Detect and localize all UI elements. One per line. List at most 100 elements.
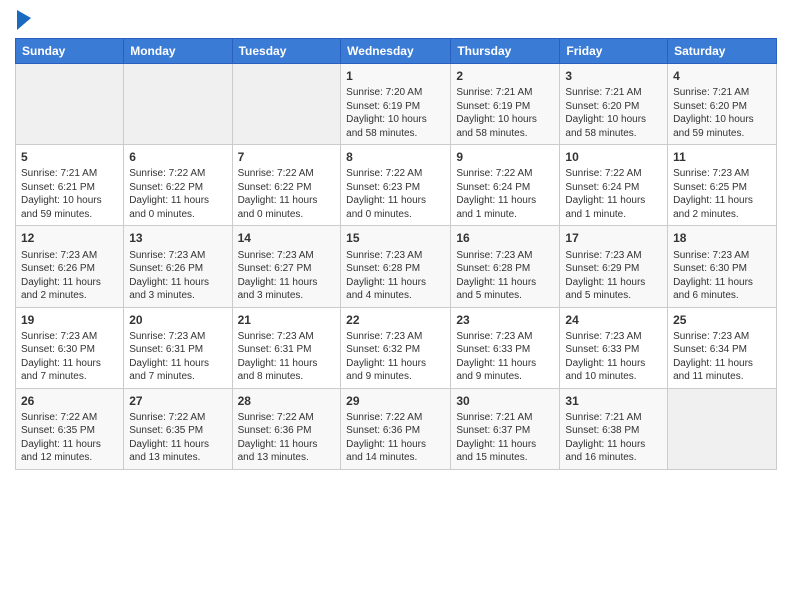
- day-header-saturday: Saturday: [668, 39, 777, 64]
- calendar-cell: 4 Sunrise: 7:21 AM Sunset: 6:20 PM Daylig…: [668, 64, 777, 145]
- day-number: 28: [238, 393, 336, 409]
- calendar-cell: 23 Sunrise: 7:23 AM Sunset: 6:33 PM Dayli…: [451, 307, 560, 388]
- calendar-cell: 27 Sunrise: 7:22 AM Sunset: 6:35 PM Dayli…: [124, 388, 232, 469]
- day-header-monday: Monday: [124, 39, 232, 64]
- day-info: Sunrise: 7:22 AM Sunset: 6:22 PM Dayligh…: [129, 167, 226, 221]
- calendar-cell: 31 Sunrise: 7:21 AM Sunset: 6:38 PM Dayli…: [560, 388, 668, 469]
- day-number: 31: [565, 393, 662, 409]
- day-header-tuesday: Tuesday: [232, 39, 341, 64]
- calendar-cell: 15 Sunrise: 7:23 AM Sunset: 6:28 PM Dayli…: [341, 226, 451, 307]
- calendar-cell: [668, 388, 777, 469]
- day-number: 9: [456, 149, 554, 165]
- day-header-wednesday: Wednesday: [341, 39, 451, 64]
- calendar-week-row: 26 Sunrise: 7:22 AM Sunset: 6:35 PM Dayli…: [16, 388, 777, 469]
- calendar-cell: 20 Sunrise: 7:23 AM Sunset: 6:31 PM Dayli…: [124, 307, 232, 388]
- calendar-cell: 30 Sunrise: 7:21 AM Sunset: 6:37 PM Dayli…: [451, 388, 560, 469]
- calendar-cell: 29 Sunrise: 7:22 AM Sunset: 6:36 PM Dayli…: [341, 388, 451, 469]
- day-info: Sunrise: 7:23 AM Sunset: 6:28 PM Dayligh…: [456, 249, 554, 303]
- calendar-cell: [16, 64, 124, 145]
- day-info: Sunrise: 7:23 AM Sunset: 6:30 PM Dayligh…: [673, 249, 771, 303]
- calendar-week-row: 12Sunrise: 7:23 AM Sunset: 6:26 PM Dayli…: [16, 226, 777, 307]
- calendar-cell: 26 Sunrise: 7:22 AM Sunset: 6:35 PM Dayli…: [16, 388, 124, 469]
- day-info: Sunrise: 7:22 AM Sunset: 6:35 PM Dayligh…: [129, 411, 226, 465]
- day-number: 20: [129, 312, 226, 328]
- day-info: Sunrise: 7:21 AM Sunset: 6:37 PM Dayligh…: [456, 411, 554, 465]
- day-number: 21: [238, 312, 336, 328]
- day-number: 2: [456, 68, 554, 84]
- calendar-week-row: 5 Sunrise: 7:21 AM Sunset: 6:21 PM Daylig…: [16, 145, 777, 226]
- day-info: Sunrise: 7:22 AM Sunset: 6:24 PM Dayligh…: [456, 167, 554, 221]
- day-header-sunday: Sunday: [16, 39, 124, 64]
- day-info: Sunrise: 7:22 AM Sunset: 6:23 PM Dayligh…: [346, 167, 445, 221]
- day-number: 24: [565, 312, 662, 328]
- day-info: Sunrise: 7:22 AM Sunset: 6:35 PM Dayligh…: [21, 411, 118, 465]
- day-number: 11: [673, 149, 771, 165]
- calendar-cell: 28 Sunrise: 7:22 AM Sunset: 6:36 PM Dayli…: [232, 388, 341, 469]
- day-info: Sunrise: 7:20 AM Sunset: 6:19 PM Dayligh…: [346, 86, 445, 140]
- day-number: 29: [346, 393, 445, 409]
- calendar-cell: 13Sunrise: 7:23 AM Sunset: 6:26 PM Dayli…: [124, 226, 232, 307]
- day-number: 15: [346, 230, 445, 246]
- calendar-cell: 8 Sunrise: 7:22 AM Sunset: 6:23 PM Daylig…: [341, 145, 451, 226]
- day-number: 7: [238, 149, 336, 165]
- day-number: 10: [565, 149, 662, 165]
- day-info: Sunrise: 7:21 AM Sunset: 6:20 PM Dayligh…: [673, 86, 771, 140]
- day-info: Sunrise: 7:23 AM Sunset: 6:28 PM Dayligh…: [346, 249, 445, 303]
- page: SundayMondayTuesdayWednesdayThursdayFrid…: [0, 0, 792, 612]
- day-info: Sunrise: 7:22 AM Sunset: 6:22 PM Dayligh…: [238, 167, 336, 221]
- calendar-cell: [124, 64, 232, 145]
- calendar-cell: 5 Sunrise: 7:21 AM Sunset: 6:21 PM Daylig…: [16, 145, 124, 226]
- day-info: Sunrise: 7:21 AM Sunset: 6:19 PM Dayligh…: [456, 86, 554, 140]
- day-number: 23: [456, 312, 554, 328]
- day-info: Sunrise: 7:21 AM Sunset: 6:20 PM Dayligh…: [565, 86, 662, 140]
- calendar-cell: 21 Sunrise: 7:23 AM Sunset: 6:31 PM Dayli…: [232, 307, 341, 388]
- day-number: 4: [673, 68, 771, 84]
- calendar-week-row: 19Sunrise: 7:23 AM Sunset: 6:30 PM Dayli…: [16, 307, 777, 388]
- day-info: Sunrise: 7:22 AM Sunset: 6:24 PM Dayligh…: [565, 167, 662, 221]
- header: [15, 10, 777, 30]
- day-number: 26: [21, 393, 118, 409]
- day-info: Sunrise: 7:21 AM Sunset: 6:38 PM Dayligh…: [565, 411, 662, 465]
- calendar-week-row: 1 Sunrise: 7:20 AM Sunset: 6:19 PM Daylig…: [16, 64, 777, 145]
- logo: [15, 10, 31, 30]
- calendar-cell: 14Sunrise: 7:23 AM Sunset: 6:27 PM Dayli…: [232, 226, 341, 307]
- day-number: 25: [673, 312, 771, 328]
- day-info: Sunrise: 7:23 AM Sunset: 6:31 PM Dayligh…: [129, 330, 226, 384]
- calendar-cell: 3Sunrise: 7:21 AM Sunset: 6:20 PM Daylig…: [560, 64, 668, 145]
- day-info: Sunrise: 7:21 AM Sunset: 6:21 PM Dayligh…: [21, 167, 118, 221]
- calendar-cell: 6Sunrise: 7:22 AM Sunset: 6:22 PM Daylig…: [124, 145, 232, 226]
- day-number: 19: [21, 312, 118, 328]
- day-info: Sunrise: 7:23 AM Sunset: 6:26 PM Dayligh…: [129, 249, 226, 303]
- day-info: Sunrise: 7:23 AM Sunset: 6:29 PM Dayligh…: [565, 249, 662, 303]
- logo-text: [15, 10, 31, 30]
- calendar-table: SundayMondayTuesdayWednesdayThursdayFrid…: [15, 38, 777, 470]
- day-number: 18: [673, 230, 771, 246]
- day-number: 8: [346, 149, 445, 165]
- logo-icon: [17, 10, 31, 30]
- day-number: 22: [346, 312, 445, 328]
- day-number: 27: [129, 393, 226, 409]
- day-info: Sunrise: 7:23 AM Sunset: 6:32 PM Dayligh…: [346, 330, 445, 384]
- day-info: Sunrise: 7:22 AM Sunset: 6:36 PM Dayligh…: [238, 411, 336, 465]
- day-number: 16: [456, 230, 554, 246]
- calendar-cell: 18 Sunrise: 7:23 AM Sunset: 6:30 PM Dayli…: [668, 226, 777, 307]
- day-info: Sunrise: 7:23 AM Sunset: 6:25 PM Dayligh…: [673, 167, 771, 221]
- calendar-cell: 10 Sunrise: 7:22 AM Sunset: 6:24 PM Dayli…: [560, 145, 668, 226]
- calendar-header-row: SundayMondayTuesdayWednesdayThursdayFrid…: [16, 39, 777, 64]
- day-number: 30: [456, 393, 554, 409]
- calendar-cell: 24 Sunrise: 7:23 AM Sunset: 6:33 PM Dayli…: [560, 307, 668, 388]
- day-number: 5: [21, 149, 118, 165]
- day-number: 1: [346, 68, 445, 84]
- day-info: Sunrise: 7:23 AM Sunset: 6:31 PM Dayligh…: [238, 330, 336, 384]
- day-header-thursday: Thursday: [451, 39, 560, 64]
- calendar-cell: 25Sunrise: 7:23 AM Sunset: 6:34 PM Dayli…: [668, 307, 777, 388]
- day-number: 14: [238, 230, 336, 246]
- day-info: Sunrise: 7:23 AM Sunset: 6:33 PM Dayligh…: [565, 330, 662, 384]
- calendar-cell: [232, 64, 341, 145]
- day-info: Sunrise: 7:22 AM Sunset: 6:36 PM Dayligh…: [346, 411, 445, 465]
- day-info: Sunrise: 7:23 AM Sunset: 6:33 PM Dayligh…: [456, 330, 554, 384]
- day-number: 17: [565, 230, 662, 246]
- calendar-cell: 16 Sunrise: 7:23 AM Sunset: 6:28 PM Dayli…: [451, 226, 560, 307]
- day-info: Sunrise: 7:23 AM Sunset: 6:26 PM Dayligh…: [21, 249, 118, 303]
- calendar-cell: 17 Sunrise: 7:23 AM Sunset: 6:29 PM Dayli…: [560, 226, 668, 307]
